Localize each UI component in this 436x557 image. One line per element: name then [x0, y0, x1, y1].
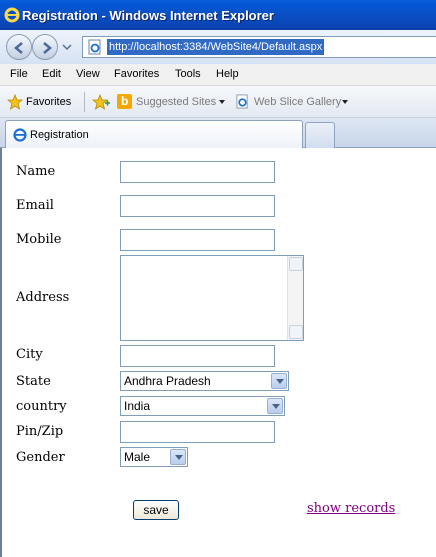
show-records-link[interactable]: show records [307, 501, 395, 516]
tab-registration[interactable]: Registration [5, 120, 303, 148]
scroll-up-icon[interactable] [289, 257, 303, 271]
address-textarea[interactable] [120, 255, 304, 341]
back-arrow-icon [14, 42, 23, 54]
suggested-sites-button[interactable]: Suggested Sites [136, 96, 216, 108]
state-label: State [16, 374, 51, 389]
favorites-star-icon[interactable] [7, 94, 23, 110]
email-label: Email [16, 198, 54, 213]
state-selected-value: Andhra Pradesh [124, 374, 211, 388]
city-input[interactable] [120, 345, 275, 367]
chevron-down-icon[interactable] [267, 398, 283, 414]
window-titlebar: Registration - Windows Internet Explorer [0, 0, 436, 30]
ie-logo-icon [4, 7, 20, 23]
bing-icon: b [117, 94, 132, 109]
menu-favorites[interactable]: Favorites [114, 68, 159, 80]
forward-button[interactable] [32, 34, 58, 60]
suggested-sites-dropdown-icon[interactable] [219, 100, 225, 104]
back-button[interactable] [6, 34, 32, 60]
forward-arrow-icon [43, 42, 52, 54]
page-content: Name Email Mobile Address City State And… [0, 148, 436, 557]
page-icon [88, 39, 101, 55]
navigation-bar: http://localhost:3384/WebSite4/Default.a… [0, 30, 436, 64]
pin-input[interactable] [120, 421, 275, 443]
menu-help[interactable]: Help [216, 68, 239, 80]
toolbar-divider [84, 92, 85, 112]
chevron-down-icon[interactable] [170, 449, 186, 465]
scroll-down-icon[interactable] [289, 325, 303, 339]
favorites-button[interactable]: Favorites [26, 96, 71, 108]
web-slice-gallery-button[interactable]: Web Slice Gallery [254, 96, 341, 108]
menu-bar: File Edit View Favorites Tools Help [0, 64, 436, 86]
save-button[interactable]: save [133, 500, 179, 520]
menu-file[interactable]: File [10, 68, 28, 80]
pin-label: Pin/Zip [16, 424, 64, 439]
country-selected-value: India [124, 399, 151, 413]
tab-label: Registration [30, 129, 89, 141]
name-input[interactable] [120, 161, 275, 183]
city-label: City [16, 347, 43, 362]
ie-tab-icon [13, 128, 27, 142]
menu-tools[interactable]: Tools [175, 68, 201, 80]
gender-select[interactable]: Male [120, 447, 188, 467]
gender-label: Gender [16, 450, 65, 465]
mobile-label: Mobile [16, 232, 62, 247]
gender-selected-value: Male [124, 450, 151, 464]
menu-view[interactable]: View [76, 68, 100, 80]
new-tab-button[interactable] [305, 122, 335, 148]
address-bar[interactable]: http://localhost:3384/WebSite4/Default.a… [82, 36, 436, 58]
country-select[interactable]: India [120, 396, 285, 416]
country-label: country [16, 399, 67, 414]
web-slice-gallery-dropdown-icon[interactable] [342, 100, 348, 104]
recent-pages-dropdown-icon[interactable] [62, 42, 72, 52]
chevron-down-icon[interactable] [271, 373, 287, 389]
window-title: Registration - Windows Internet Explorer [22, 8, 274, 23]
menu-edit[interactable]: Edit [42, 68, 61, 80]
address-label: Address [16, 290, 70, 305]
add-to-favorites-icon[interactable] [92, 94, 110, 110]
ie-page-icon [236, 94, 248, 109]
tab-bar: Registration [0, 118, 436, 148]
name-label: Name [16, 164, 56, 179]
address-url[interactable]: http://localhost:3384/WebSite4/Default.a… [107, 39, 325, 55]
address-scrollbar[interactable] [287, 256, 303, 340]
mobile-input[interactable] [120, 229, 275, 251]
state-select[interactable]: Andhra Pradesh [120, 371, 289, 391]
favorites-bar: Favorites b Suggested Sites Web Slice Ga… [0, 86, 436, 118]
email-input[interactable] [120, 195, 275, 217]
